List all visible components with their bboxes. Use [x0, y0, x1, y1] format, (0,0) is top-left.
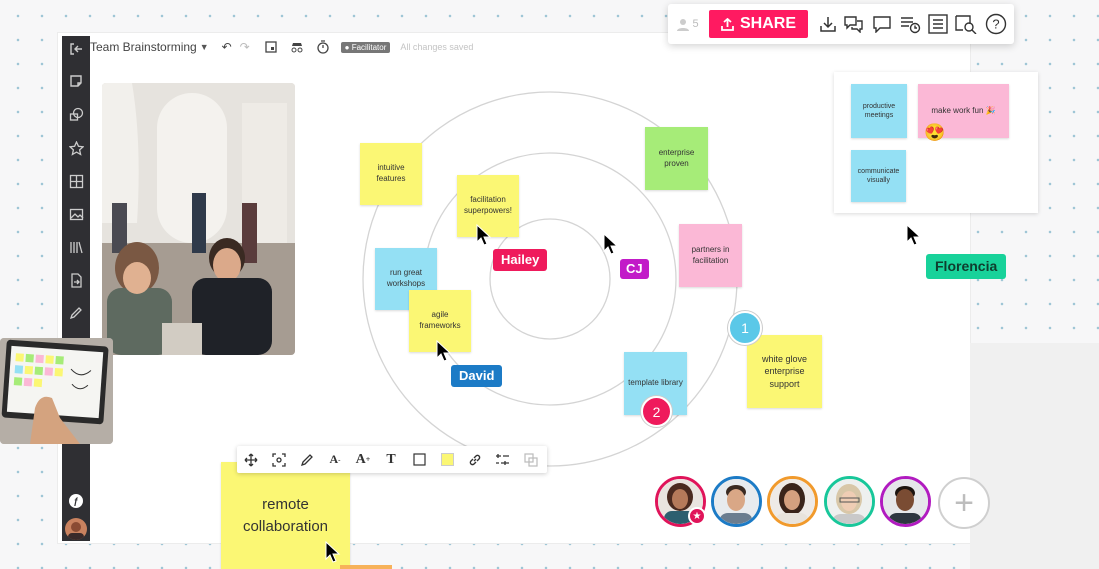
list-icon[interactable]	[925, 11, 951, 37]
cursor-icon	[436, 340, 452, 362]
team-photo[interactable]	[102, 83, 295, 355]
collaborator-tag-hailey: Hailey	[493, 249, 548, 271]
move-icon[interactable]	[237, 446, 265, 473]
sticky-note[interactable]: enterprise proven	[645, 127, 708, 190]
pen-icon[interactable]	[66, 303, 86, 323]
sticky-note-partial[interactable]	[340, 565, 392, 569]
shapes-icon[interactable]	[66, 104, 86, 124]
collaborator-avatar[interactable]	[711, 476, 762, 527]
help-icon[interactable]: ?	[983, 11, 1009, 37]
image-icon[interactable]	[66, 204, 86, 224]
apps-icon[interactable]: ƒ	[69, 494, 83, 508]
board-header: Team Brainstorming ▼ ↶ ↷ ● Facilitator A…	[90, 36, 473, 58]
focus-icon[interactable]	[265, 446, 293, 473]
font-larger-icon[interactable]: A +	[349, 446, 377, 473]
text-icon[interactable]: T	[377, 446, 405, 473]
inner-ring	[489, 218, 611, 340]
upload-icon	[721, 17, 734, 31]
marker-badge[interactable]: 2	[641, 396, 672, 427]
private-mode-icon[interactable]	[289, 39, 305, 55]
share-toolbar: 5 SHARE ?	[668, 4, 1014, 44]
tablet-photo[interactable]	[0, 338, 113, 444]
library-icon[interactable]	[66, 237, 86, 257]
collaborator-tag-david: David	[451, 365, 503, 387]
share-button[interactable]: SHARE	[709, 10, 808, 38]
collaborator-tag-cj: CJ	[620, 259, 649, 279]
facilitator-badge: ● Facilitator	[340, 41, 391, 53]
sticky-note[interactable]: communicate visually	[851, 150, 906, 202]
undo-icon[interactable]: ↶	[219, 39, 235, 55]
star-icon[interactable]	[66, 138, 86, 158]
search-icon[interactable]	[953, 11, 979, 37]
exit-icon[interactable]	[66, 39, 86, 59]
collaborator-avatar[interactable]	[767, 476, 818, 527]
viewer-count[interactable]: 5	[672, 11, 704, 37]
voting-icon[interactable]	[263, 39, 279, 55]
cursor-icon	[476, 224, 492, 246]
collaborator-avatar[interactable]	[824, 476, 875, 527]
sticky-note[interactable]: white glove enterprise support	[747, 335, 822, 408]
comments-icon[interactable]	[841, 11, 867, 37]
heart-eyes-emoji[interactable]: 😍	[924, 124, 945, 141]
sticky-format-toolbar: A- A + T	[237, 446, 547, 473]
collaborator-avatar[interactable]	[880, 476, 931, 527]
fill-color-icon[interactable]	[433, 446, 461, 473]
left-toolbar: ƒ	[62, 36, 90, 541]
add-collaborator-button[interactable]: +	[938, 477, 990, 529]
duplicate-icon[interactable]	[517, 446, 545, 473]
redo-icon[interactable]: ↷	[237, 39, 253, 55]
import-icon[interactable]	[66, 270, 86, 290]
cursor-icon	[325, 541, 341, 563]
activity-icon[interactable]	[897, 11, 923, 37]
border-icon[interactable]	[405, 446, 433, 473]
sticky-note[interactable]: productive meetings	[851, 84, 907, 138]
frame-icon[interactable]	[66, 171, 86, 191]
chat-icon[interactable]	[869, 11, 895, 37]
link-icon[interactable]	[461, 446, 489, 473]
pen-icon[interactable]	[293, 446, 321, 473]
svg-text:?: ?	[992, 17, 999, 32]
cursor-icon	[906, 224, 922, 246]
cursor-icon	[603, 233, 619, 255]
marker-badge[interactable]: 1	[728, 311, 762, 345]
save-status: All changes saved	[400, 42, 474, 52]
user-icon	[677, 18, 690, 31]
collaborator-tag-florencia: Florencia	[926, 254, 1007, 279]
sticky-note-icon[interactable]	[66, 71, 86, 91]
star-icon: ★	[688, 507, 706, 525]
canvas-margin	[970, 343, 1099, 569]
download-icon[interactable]	[815, 11, 841, 37]
board-title[interactable]: Team Brainstorming	[90, 40, 197, 54]
font-smaller-icon[interactable]: A-	[321, 446, 349, 473]
timer-icon[interactable]	[315, 39, 331, 55]
avatar[interactable]	[65, 518, 87, 540]
sticky-note[interactable]: intuitive features	[360, 143, 422, 205]
sticky-note[interactable]: partners in facilitation	[679, 224, 742, 287]
chevron-down-icon[interactable]: ▼	[200, 42, 209, 52]
align-icon[interactable]	[489, 446, 517, 473]
